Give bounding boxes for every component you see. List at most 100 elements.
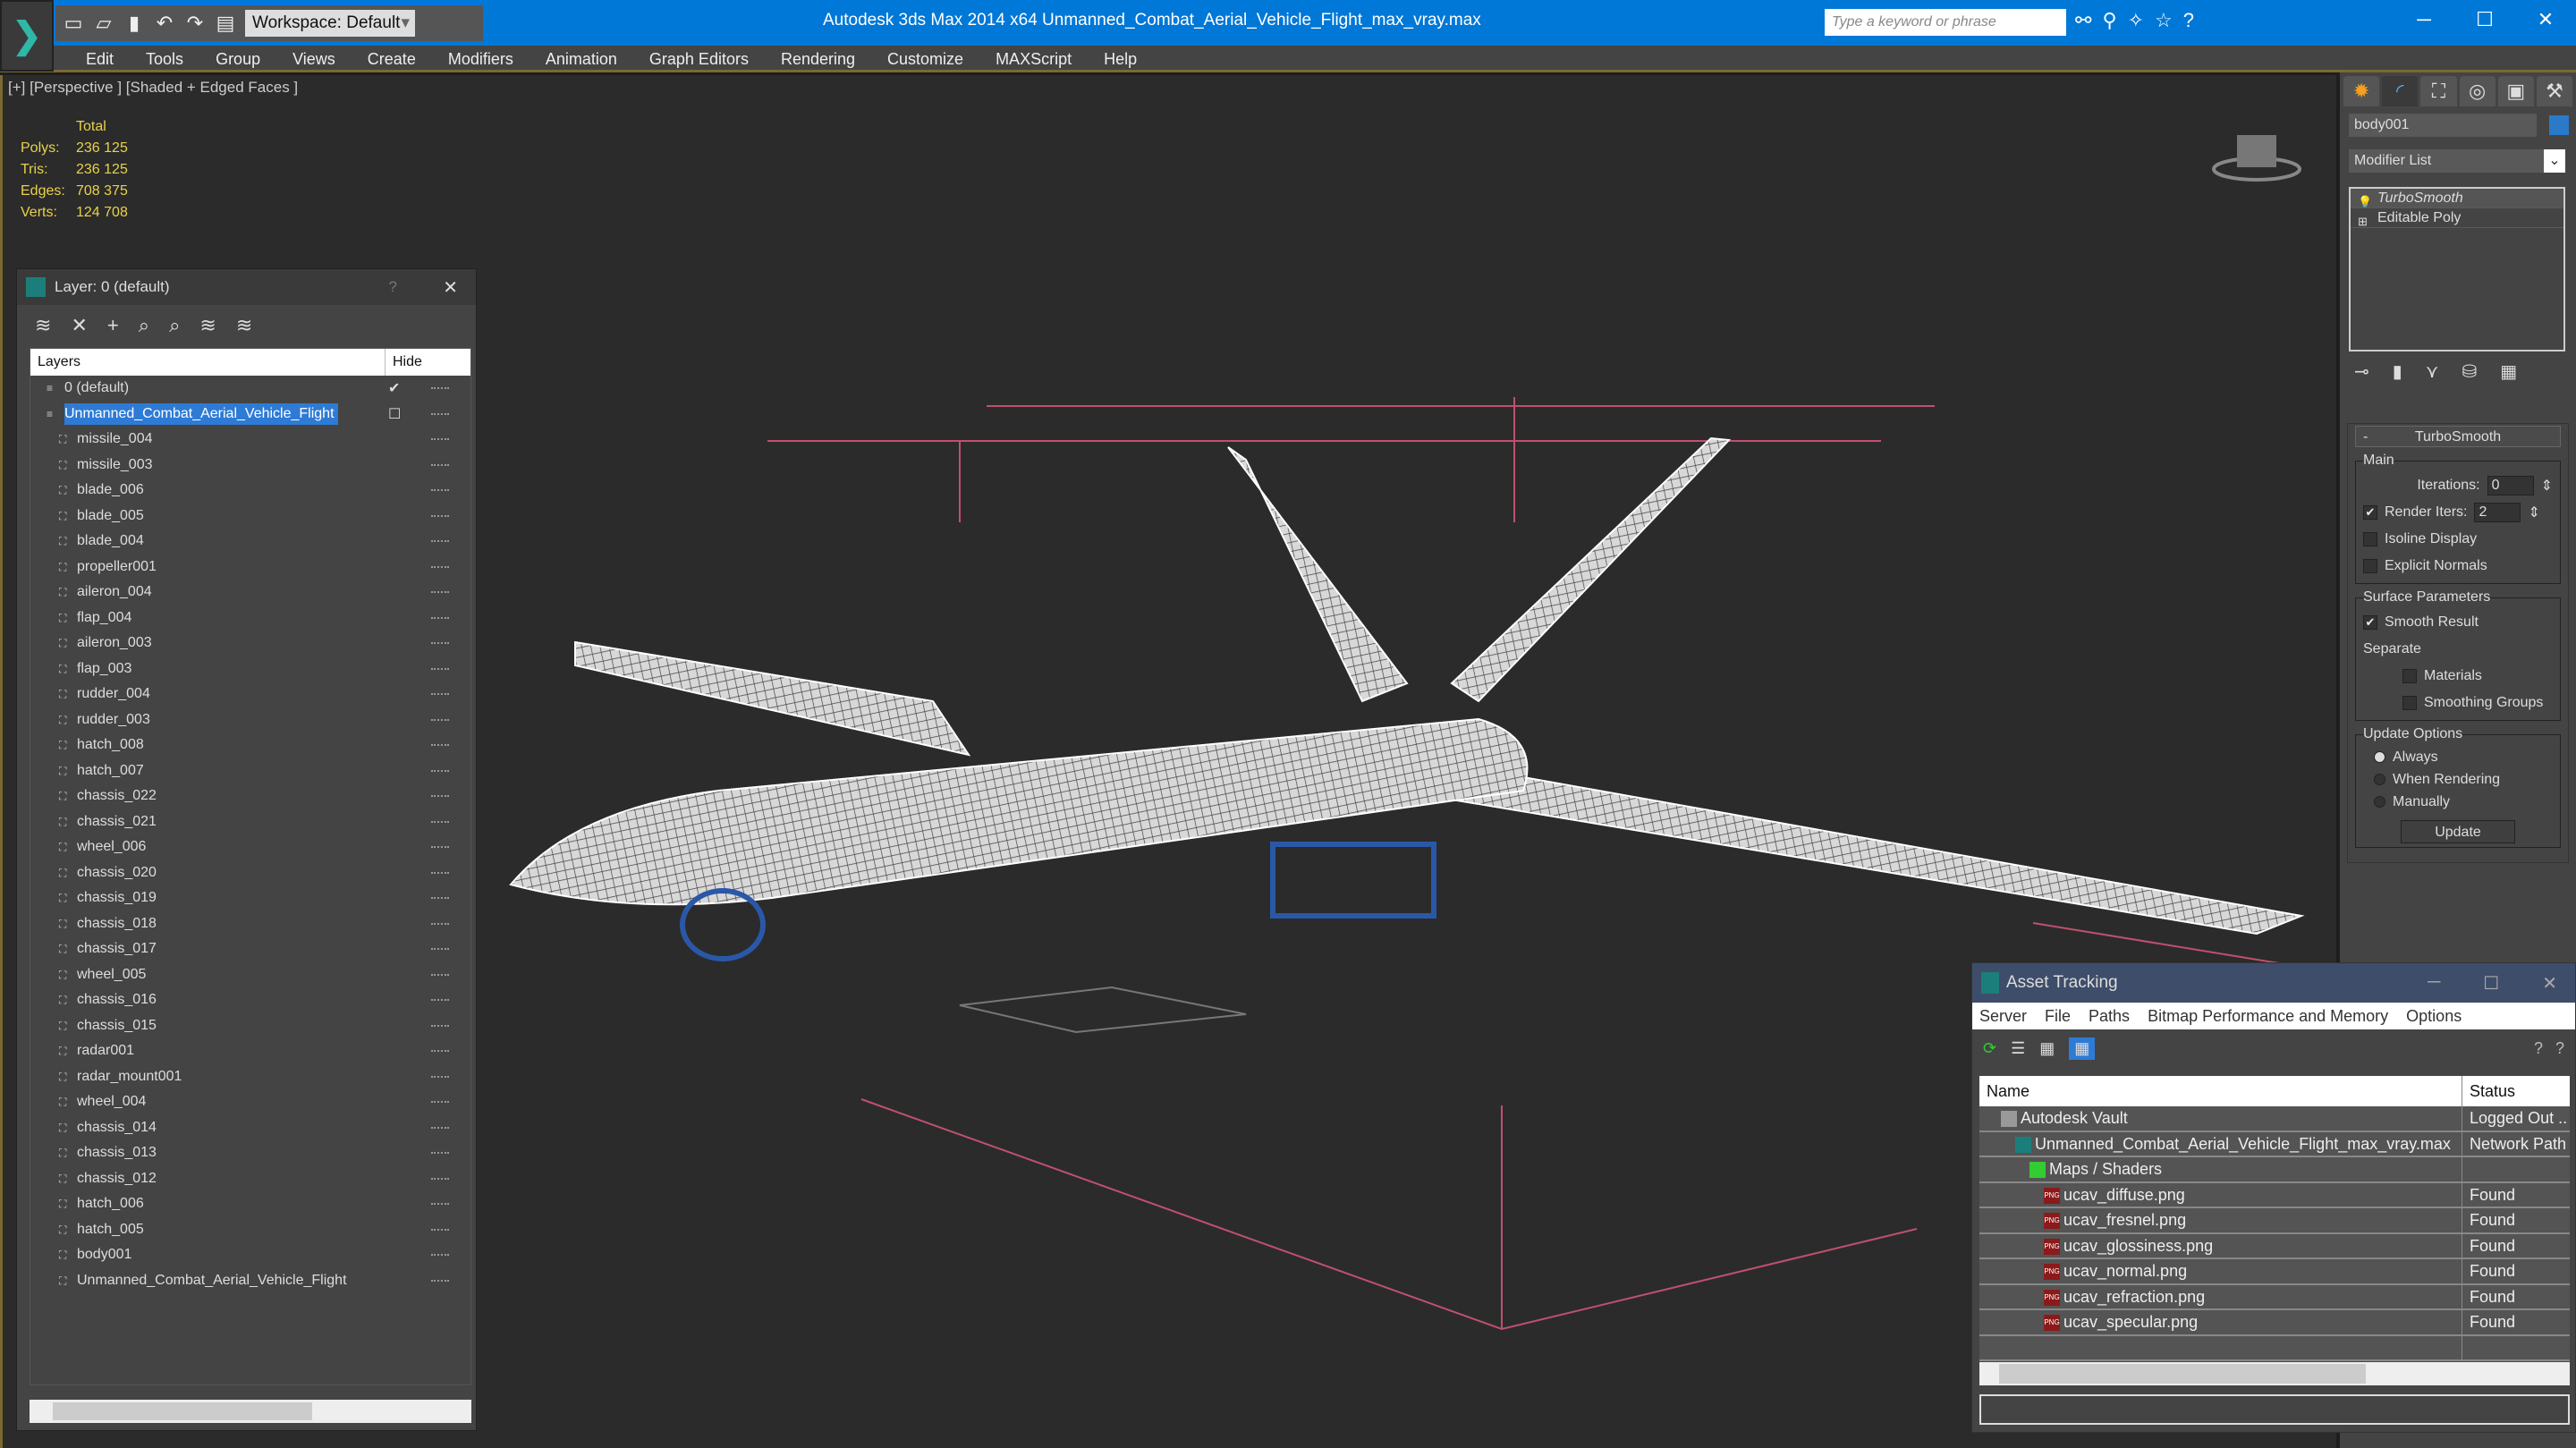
menu-animation[interactable]: Animation	[530, 46, 633, 70]
hide-toggle[interactable]	[431, 591, 449, 594]
object-color-swatch[interactable]	[2549, 115, 2569, 135]
layer-row[interactable]: ⛶ missile_003	[30, 453, 470, 478]
hierarchy-tab-icon[interactable]: ⛶	[2420, 76, 2457, 106]
save-icon[interactable]: ▮	[123, 12, 145, 35]
menu-file[interactable]: File	[2045, 1003, 2071, 1029]
hide-toggle[interactable]	[431, 642, 449, 645]
asset-row[interactable]: PNG ucav_glossiness.png Found	[1979, 1233, 2570, 1259]
delete-layer-icon[interactable]: ✕	[71, 314, 87, 337]
minimize-button[interactable]: ─	[2428, 972, 2440, 995]
freeze-all-icon[interactable]: ≋	[236, 314, 252, 337]
viewcube-icon[interactable]	[2212, 124, 2301, 187]
create-tab-icon[interactable]: ✹	[2343, 76, 2380, 106]
isoline-display-checkbox[interactable]	[2363, 532, 2377, 546]
menu-views[interactable]: Views	[276, 46, 352, 70]
hide-toggle[interactable]	[431, 1024, 449, 1027]
hide-all-icon[interactable]: ≋	[199, 314, 216, 337]
hide-toggle[interactable]	[431, 922, 449, 925]
materials-checkbox[interactable]	[2402, 669, 2417, 683]
hide-toggle[interactable]	[431, 846, 449, 849]
refresh-icon[interactable]: ⟳	[1983, 1039, 1996, 1058]
hide-toggle[interactable]	[431, 1177, 449, 1180]
layer-row[interactable]: ⛶ flap_004	[30, 605, 470, 631]
layer-row[interactable]: ⛶ blade_005	[30, 504, 470, 529]
hide-toggle[interactable]	[431, 412, 449, 415]
open-file-icon[interactable]: ▱	[93, 12, 114, 35]
layer-row[interactable]: ⛶ chassis_016	[30, 987, 470, 1013]
layers-column-header[interactable]: Layers	[30, 354, 385, 370]
menu-customize[interactable]: Customize	[871, 46, 979, 70]
layer-row[interactable]: ⛶ rudder_004	[30, 682, 470, 707]
asset-row[interactable]: PNG ucav_diffuse.png Found	[1979, 1182, 2570, 1208]
layer-row[interactable]: ⛶ chassis_012	[30, 1166, 470, 1192]
smoothing-groups-checkbox[interactable]	[2402, 696, 2417, 710]
hide-toggle[interactable]	[431, 1228, 449, 1231]
layer-row[interactable]: ⛶ aileron_003	[30, 631, 470, 656]
hide-toggle[interactable]	[431, 897, 449, 900]
layer-row[interactable]: ⛶ hatch_006	[30, 1191, 470, 1217]
manually-radio[interactable]	[2374, 796, 2385, 808]
active-layer-check-icon[interactable]: ✔	[388, 379, 400, 397]
layer-row[interactable]: ⛶ wheel_006	[30, 834, 470, 860]
layer-row[interactable]: ⛶ hatch_007	[30, 758, 470, 784]
layer-row[interactable]: ⛶ chassis_014	[30, 1115, 470, 1141]
layer-row[interactable]: ⛶ wheel_005	[30, 962, 470, 988]
layer-row[interactable]: ⛶ chassis_017	[30, 936, 470, 962]
asset-row[interactable]: Unmanned_Combat_Aerial_Vehicle_Flight_ma…	[1979, 1131, 2570, 1157]
close-button[interactable]: ✕	[2515, 0, 2576, 39]
hide-toggle[interactable]	[431, 1279, 449, 1282]
spinner-arrows-icon[interactable]: ⇕	[2541, 477, 2553, 495]
utilities-tab-icon[interactable]: ⚒	[2536, 76, 2573, 106]
menu-modifiers[interactable]: Modifiers	[432, 46, 530, 70]
render-iters-spinner[interactable]: 2	[2474, 503, 2521, 522]
layer-row[interactable]: ≡ 0 (default) ✔	[30, 376, 470, 402]
hide-toggle[interactable]	[431, 1203, 449, 1206]
layer-window-titlebar[interactable]: Layer: 0 (default)? ✕	[17, 269, 476, 305]
layer-row[interactable]: ⛶ wheel_004	[30, 1089, 470, 1115]
update-button[interactable]: Update	[2401, 820, 2515, 843]
hide-toggle[interactable]	[431, 1075, 449, 1078]
help-icon[interactable]: ?	[2555, 1039, 2564, 1058]
show-end-result-icon[interactable]: ▮	[2393, 360, 2402, 383]
make-unique-icon[interactable]: ⋎	[2426, 360, 2439, 383]
hide-toggle[interactable]	[431, 667, 449, 670]
new-file-icon[interactable]: ▭	[63, 12, 84, 35]
object-name-field[interactable]: body001	[2349, 114, 2537, 137]
stack-item-turbosmooth[interactable]: 💡 TurboSmooth	[2351, 189, 2563, 208]
menu-maxscript[interactable]: MAXScript	[979, 46, 1088, 70]
close-button[interactable]: ✕	[2542, 972, 2557, 995]
communication-icon[interactable]: ✧	[2128, 9, 2144, 32]
highlight-icon[interactable]: ⌕	[169, 314, 180, 337]
asset-row[interactable]: PNG ucav_fresnel.png Found	[1979, 1208, 2570, 1234]
layer-row[interactable]: ⛶ body001	[30, 1242, 470, 1268]
workspace-dropdown[interactable]: Workspace: Default	[245, 10, 415, 37]
undo-icon[interactable]: ↶	[154, 12, 175, 35]
layer-row[interactable]: ⛶ blade_006	[30, 478, 470, 504]
vault-help-icon[interactable]: ?	[2534, 1039, 2543, 1058]
layer-row[interactable]: ⛶ chassis_015	[30, 1013, 470, 1039]
layer-row[interactable]: ⛶ chassis_020	[30, 860, 470, 886]
hide-toggle[interactable]	[431, 948, 449, 951]
layer-row[interactable]: ≡ Unmanned_Combat_Aerial_Vehicle_Flight ☐	[30, 402, 470, 428]
menu-bitmap-performance[interactable]: Bitmap Performance and Memory	[2148, 1003, 2388, 1029]
asset-row[interactable]: Autodesk Vault Logged Out ..	[1979, 1106, 2570, 1132]
hide-toggle[interactable]	[431, 1152, 449, 1155]
menu-server[interactable]: Server	[1979, 1003, 2027, 1029]
app-menu-button[interactable]: ❯	[0, 0, 54, 72]
pin-stack-icon[interactable]: ⊸	[2354, 360, 2369, 383]
render-iters-checkbox[interactable]: ✔	[2363, 505, 2377, 520]
name-column-header[interactable]: Name	[1979, 1076, 2462, 1106]
hide-toggle[interactable]	[431, 973, 449, 976]
iterations-spinner[interactable]: 0	[2487, 476, 2534, 495]
asset-row[interactable]: PNG ucav_normal.png Found	[1979, 1259, 2570, 1285]
layer-row[interactable]: ⛶ flap_003	[30, 656, 470, 682]
hide-toggle[interactable]	[431, 489, 449, 492]
hide-toggle[interactable]	[431, 540, 449, 543]
layer-row[interactable]: ⛶ chassis_019	[30, 885, 470, 911]
menu-tools[interactable]: Tools	[130, 46, 199, 70]
when-rendering-radio[interactable]	[2374, 774, 2385, 785]
tree-view-icon[interactable]: ▦	[2039, 1039, 2055, 1058]
favorites-icon[interactable]: ☆	[2155, 9, 2173, 32]
hide-toggle[interactable]	[431, 769, 449, 772]
hide-toggle[interactable]	[431, 616, 449, 619]
